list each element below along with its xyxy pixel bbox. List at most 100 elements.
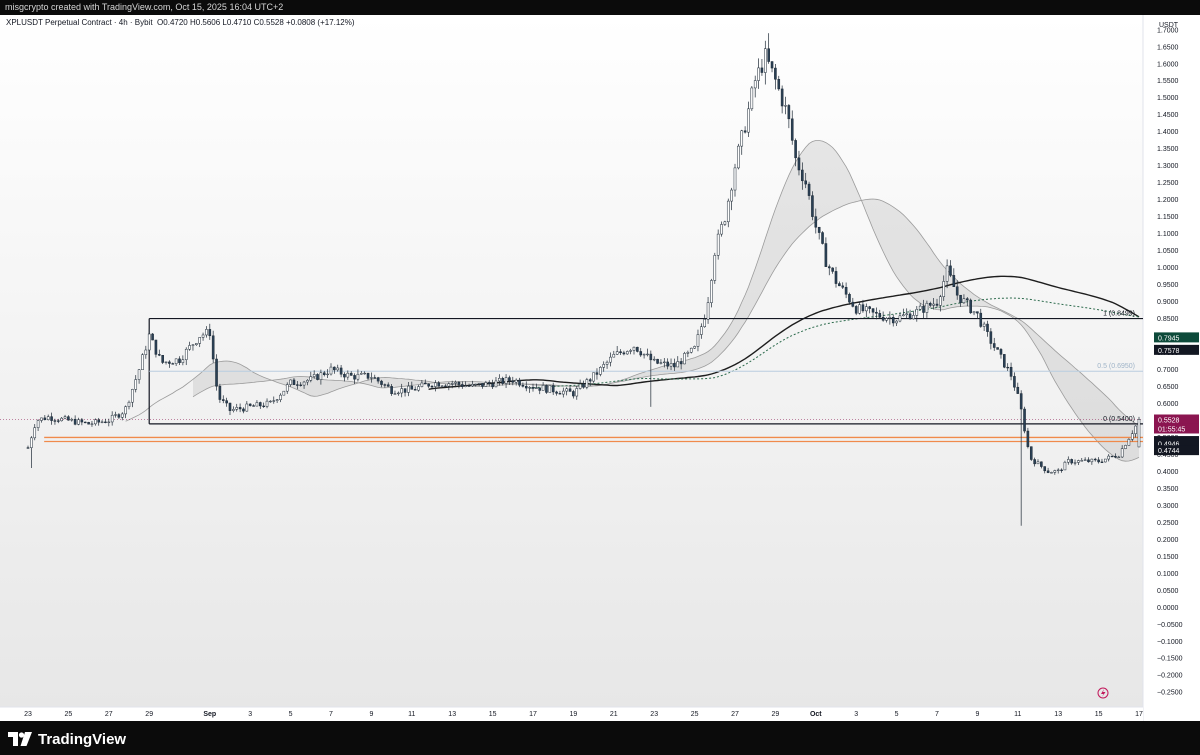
candle-body xyxy=(1137,419,1141,448)
candle-body xyxy=(689,347,693,353)
candle-body xyxy=(386,384,390,387)
candle-body xyxy=(966,298,969,301)
candle-body xyxy=(609,356,612,363)
candle-body xyxy=(801,169,804,182)
candle-body xyxy=(487,382,491,384)
candle-body xyxy=(137,369,141,380)
candle-body xyxy=(827,266,831,269)
candle-body xyxy=(1087,459,1090,463)
candle-body xyxy=(979,312,983,327)
candle-body xyxy=(248,403,252,406)
x-tick-label: 11 xyxy=(408,711,415,718)
candle-body xyxy=(568,388,572,392)
candle-body xyxy=(158,354,161,356)
candle-body xyxy=(407,385,410,393)
candle-body xyxy=(83,421,87,424)
x-tick-label: 29 xyxy=(772,711,780,718)
y-tick-label: −0.1000 xyxy=(1157,639,1183,646)
candle-body xyxy=(639,351,643,356)
candle-body xyxy=(467,385,471,387)
x-tick-label: 27 xyxy=(105,711,113,718)
tradingview-logo: TradingView xyxy=(8,730,126,748)
candle-body xyxy=(1120,448,1124,458)
price-tag-text: 01:55:45 xyxy=(1158,426,1185,433)
candle-body xyxy=(726,200,730,223)
candle-body xyxy=(423,382,427,385)
y-tick-label: 1.2000 xyxy=(1157,197,1179,204)
candle-body xyxy=(471,384,474,387)
candle-body xyxy=(538,387,542,391)
candle-body xyxy=(962,298,966,304)
candle-body xyxy=(100,421,104,423)
candle-body xyxy=(218,385,222,400)
candle-body xyxy=(955,286,959,296)
candle-body xyxy=(619,351,622,354)
candle-body xyxy=(427,383,430,387)
candle-body xyxy=(225,400,228,404)
candle-body xyxy=(464,385,467,387)
candle-body xyxy=(898,315,902,322)
chart-area[interactable]: USDT 1.7000 1.6500 1.6000 1.5500 1.5000 1.4500… xyxy=(0,15,1200,721)
candle-body xyxy=(420,382,424,387)
y-tick-label: 1.0500 xyxy=(1157,248,1179,255)
candle-body xyxy=(922,305,925,313)
candle-body xyxy=(211,335,215,360)
x-tick-label: 9 xyxy=(975,711,979,718)
price-chart[interactable]: USDT1.70001.65001.60001.55001.50001.4500… xyxy=(0,15,1200,721)
candle-body xyxy=(578,383,582,389)
candle-body xyxy=(50,416,53,421)
candle-body xyxy=(790,118,794,141)
candle-body xyxy=(360,373,363,375)
candle-body xyxy=(70,418,74,421)
candle-body xyxy=(565,388,568,392)
y-tick-label: 0.1500 xyxy=(1157,554,1179,561)
candle-body xyxy=(380,380,383,385)
candle-body xyxy=(545,385,548,393)
x-tick-label: 15 xyxy=(1095,711,1103,718)
candle-body xyxy=(104,421,107,423)
candle-body xyxy=(881,316,885,321)
candle-body xyxy=(57,420,60,422)
candle-body xyxy=(154,339,158,355)
y-tick-label: −0.1500 xyxy=(1157,656,1183,663)
candle-body xyxy=(663,361,666,363)
candle-body xyxy=(306,380,309,383)
candle-body xyxy=(397,392,400,395)
candle-body xyxy=(841,285,845,288)
candle-body xyxy=(292,379,296,385)
candle-body xyxy=(1053,470,1057,473)
candle-body xyxy=(673,363,676,368)
candle-body xyxy=(555,391,558,394)
candle-body xyxy=(999,349,1003,355)
candle-body xyxy=(625,351,629,355)
candle-body xyxy=(1134,425,1137,434)
candle-body xyxy=(945,265,949,282)
y-tick-label: 0.7000 xyxy=(1157,367,1179,374)
candle-body xyxy=(710,280,713,303)
candle-body xyxy=(215,358,218,387)
candle-body xyxy=(444,385,447,387)
candle-body xyxy=(184,348,188,360)
candle-body xyxy=(720,224,723,235)
x-tick-label: 23 xyxy=(650,711,658,718)
candle-body xyxy=(1036,461,1040,465)
candle-body xyxy=(747,108,750,133)
candle-body xyxy=(972,311,976,314)
candle-body xyxy=(693,346,696,349)
candle-body xyxy=(541,385,545,391)
candle-body xyxy=(188,345,191,350)
candle-body xyxy=(858,304,861,314)
candle-body xyxy=(770,61,774,69)
candle-body xyxy=(63,416,67,419)
candle-body xyxy=(376,377,380,382)
candle-body xyxy=(43,417,47,420)
candle-body xyxy=(259,402,262,407)
candle-body xyxy=(481,383,484,387)
candle-body xyxy=(1110,455,1114,458)
x-tick-label: 13 xyxy=(1054,711,1062,718)
candle-body xyxy=(888,317,892,319)
ohlc-values: O0.4720 H0.5606 L0.4710 C0.5528 +0.0808 … xyxy=(157,18,355,27)
candle-body xyxy=(1100,461,1104,463)
candle-body xyxy=(646,353,649,356)
candle-body xyxy=(615,351,619,355)
